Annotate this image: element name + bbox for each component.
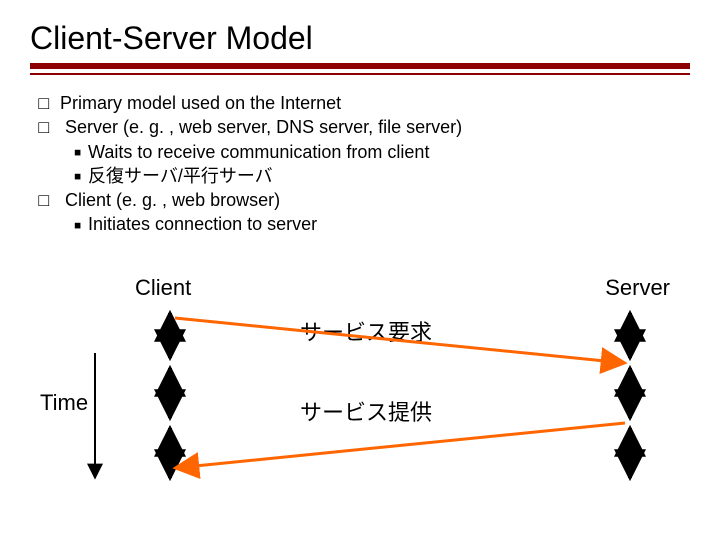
title-rule-thick [30,63,690,69]
sequence-diagram: Client Server Time サービス要求 サービス提供 [40,275,690,495]
bullet-list: Primary model used on the Internet Serve… [30,91,690,237]
client-label: Client [135,275,191,301]
title-rule-thin [30,73,690,75]
server-label: Server [605,275,670,301]
bullet-item: Primary model used on the Internet [60,91,690,115]
sub-bullet-item: Initiates connection to server [88,212,690,236]
sub-bullet-item: 反復サーバ/平行サーバ [88,164,690,188]
sub-bullet-item: Waits to receive communication from clie… [88,140,690,164]
sub-bullet-list: Waits to receive communication from clie… [60,140,690,189]
bullet-text: Server (e. g. , web server, DNS server, … [65,117,462,137]
bullet-item: Client (e. g. , web browser) Initiates c… [60,188,690,237]
bullet-item: Server (e. g. , web server, DNS server, … [60,115,690,188]
response-arrow [175,423,625,468]
sub-bullet-list: Initiates connection to server [60,212,690,236]
slide-title: Client-Server Model [30,20,690,57]
timeline-svg [40,303,690,493]
bullet-text: Client (e. g. , web browser) [65,190,280,210]
slide: Client-Server Model Primary model used o… [0,0,720,540]
request-arrow [175,318,625,363]
